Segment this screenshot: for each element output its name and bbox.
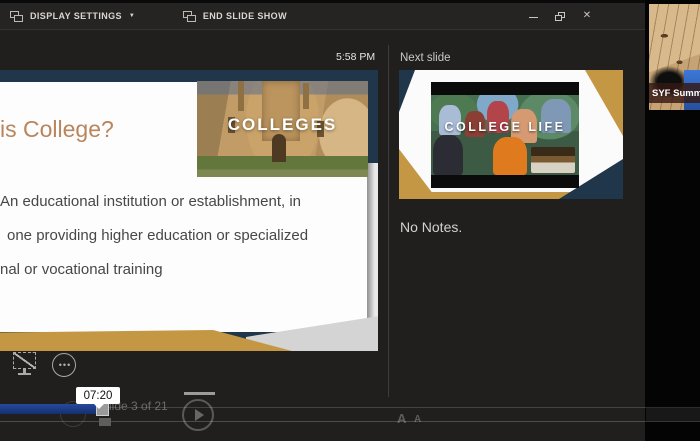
chevron-down-icon: ▼ <box>129 13 135 19</box>
next-slide-thumbnail[interactable]: COLLEGE LIFE <box>399 70 623 199</box>
navy-corner <box>399 70 415 112</box>
play-button[interactable] <box>182 399 214 431</box>
slide-body-line: one providing higher education or specia… <box>7 227 308 244</box>
meeting-sidebar: SYF Summ <box>645 0 700 441</box>
tooltip-arrow <box>94 404 104 409</box>
presenter-view: 5:58 PM COLLEGES is College? An educatio… <box>0 30 645 441</box>
blank-screen-icon <box>13 352 36 369</box>
college-life-collage <box>431 95 579 175</box>
building-spire <box>238 81 244 111</box>
more-options-button[interactable]: ••• <box>52 353 76 377</box>
person-shape <box>493 137 527 175</box>
participant-name-label: SYF Summ <box>649 83 700 103</box>
display-settings-label: DISPLAY SETTINGS <box>30 11 122 21</box>
next-slide-caption: COLLEGE LIFE <box>431 120 579 134</box>
next-slide-label: Next slide <box>400 52 451 64</box>
display-settings-icon <box>10 11 23 22</box>
scrubber-tab <box>99 418 111 426</box>
gold-corner <box>585 70 623 136</box>
blank-slide-button[interactable] <box>13 352 38 376</box>
building-arch <box>272 134 286 162</box>
webcam-tile[interactable]: SYF Summ <box>649 4 700 110</box>
end-slide-show-icon <box>183 11 196 22</box>
panel-divider <box>388 45 389 397</box>
playback-progress-bar[interactable] <box>0 404 97 414</box>
close-button[interactable]: ✕ <box>581 11 593 21</box>
colleges-photo: COLLEGES <box>197 81 368 177</box>
control-highlight-bar <box>184 392 215 395</box>
gold-accent-band <box>0 330 292 351</box>
timeline-right-segment <box>646 408 700 421</box>
text-size-decrease-button[interactable]: A <box>414 414 421 425</box>
time-tooltip: 07:20 <box>76 387 120 404</box>
current-slide[interactable]: COLLEGES is College? An educational inst… <box>0 70 378 351</box>
minimize-button[interactable] <box>527 11 539 21</box>
text-size-increase-button[interactable]: A <box>397 411 406 426</box>
play-icon <box>195 409 204 421</box>
presenter-titlebar: DISPLAY SETTINGS ▼ END SLIDE SHOW ✕ <box>0 3 645 30</box>
window-controls: ✕ <box>527 3 593 29</box>
clock: 5:58 PM <box>336 51 375 63</box>
end-slide-show-label: END SLIDE SHOW <box>203 11 287 21</box>
person-shape <box>433 135 463 175</box>
next-slide-image: COLLEGE LIFE <box>431 82 579 188</box>
end-slide-show-button[interactable]: END SLIDE SHOW <box>173 3 297 29</box>
slide-title: is College? <box>0 116 114 143</box>
display-settings-button[interactable]: DISPLAY SETTINGS ▼ <box>0 3 145 29</box>
slide-body-line: nal or vocational training <box>0 261 163 278</box>
screen: DISPLAY SETTINGS ▼ END SLIDE SHOW ✕ 5:58… <box>0 0 700 441</box>
photo-caption: COLLEGES <box>197 115 368 135</box>
building-spire <box>303 83 309 109</box>
page-curl-right <box>367 163 378 335</box>
notes-text: No Notes. <box>400 219 462 235</box>
restore-button[interactable] <box>555 12 565 21</box>
slide-body-line: An educational institution or establishm… <box>0 193 301 210</box>
books-shape <box>531 147 575 173</box>
